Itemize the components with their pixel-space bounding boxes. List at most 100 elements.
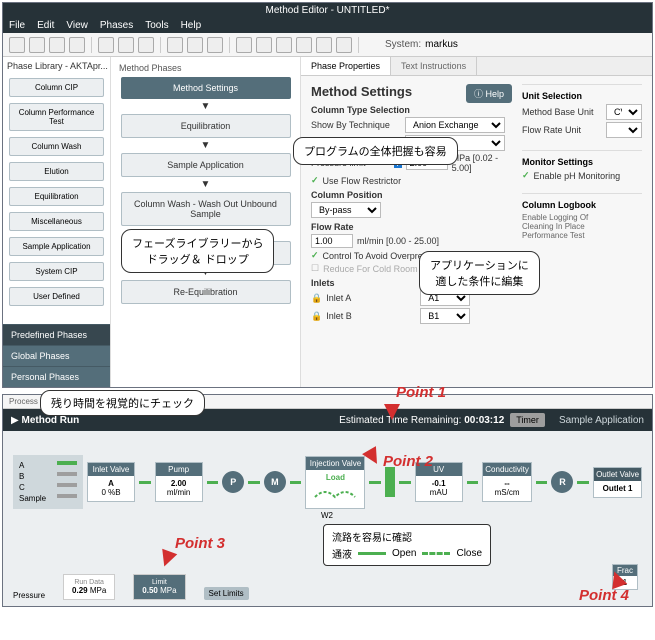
phase-column-wash[interactable]: Column Wash - Wash Out Unbound Sample [121, 192, 291, 226]
menu-view[interactable]: View [66, 20, 88, 31]
checkbox-icon: ☐ [311, 263, 319, 274]
arrow-down-icon: ▼ [201, 179, 211, 190]
phase-library-title: Phase Library - AKTApr... [3, 57, 110, 75]
toolbar-icon[interactable] [236, 37, 252, 53]
toolbar-icon[interactable] [98, 37, 114, 53]
menu-help[interactable]: Help [181, 20, 202, 31]
injection-valve-module[interactable]: Injection ValveLoad [305, 456, 365, 509]
phase-re-equilibration[interactable]: Re-Equilibration [121, 280, 291, 304]
checkbox-icon[interactable]: ✓ [522, 170, 530, 181]
toolbar-icon[interactable] [316, 37, 332, 53]
predefined-phases-tab[interactable]: Predefined Phases [3, 324, 110, 345]
toolbar-icon[interactable] [276, 37, 292, 53]
inlet-channels: A B C Sample [13, 455, 83, 509]
global-phases-tab[interactable]: Global Phases [3, 345, 110, 366]
phase-lib-item[interactable]: Column Performance Test [9, 103, 104, 131]
menu-edit[interactable]: Edit [37, 20, 54, 31]
outlet-valve-module[interactable]: Outlet ValveOutlet 1 [593, 467, 642, 498]
column-position-select[interactable]: By-pass [311, 202, 381, 218]
toolbar-icon[interactable] [336, 37, 352, 53]
point-2-label: Point 2 [383, 453, 433, 470]
tab-phase-properties[interactable]: Phase Properties [301, 57, 391, 75]
checkbox-icon[interactable]: ✓ [311, 250, 319, 261]
current-phase: Sample Application [559, 415, 644, 426]
flow-rate-unit: ml/min [0.00 - 25.00] [357, 236, 439, 246]
toolbar-icon[interactable] [9, 37, 25, 53]
w2-label: W2 [321, 511, 333, 520]
toolbar-icon[interactable] [207, 37, 223, 53]
toolbar-icon[interactable] [69, 37, 85, 53]
unit-selection-title: Unit Selection [522, 91, 642, 101]
pressure-label: Pressure [13, 591, 45, 600]
m-node[interactable]: M [264, 471, 286, 493]
limit-box: Limit0.50 MPa [133, 574, 185, 600]
lock-icon: 🔒 [311, 293, 322, 304]
phase-lib-item[interactable]: Sample Application [9, 237, 104, 256]
inlet-b-label: Inlet B [326, 311, 416, 321]
menu-tools[interactable]: Tools [145, 20, 168, 31]
inlet-valve-module[interactable]: Inlet ValveA0 %B [87, 462, 135, 502]
phase-lib-item[interactable]: System CIP [9, 262, 104, 281]
phase-lib-item[interactable]: Column CIP [9, 78, 104, 97]
flow-rate-input[interactable] [311, 234, 353, 248]
callout-overview: プログラムの全体把握も容易 [293, 137, 458, 165]
method-phases-title: Method Phases [115, 61, 186, 75]
toolbar-icon[interactable] [187, 37, 203, 53]
tab-text-instructions[interactable]: Text Instructions [391, 57, 477, 75]
menu-phases[interactable]: Phases [100, 20, 133, 31]
phase-lib-item[interactable]: Column Wash [9, 137, 104, 156]
method-editor-window: Method Editor - UNTITLED* File Edit View… [2, 2, 653, 388]
phase-method-settings[interactable]: Method Settings [121, 77, 291, 99]
phase-lib-item[interactable]: Elution [9, 162, 104, 181]
logbook-title: Column Logbook [522, 200, 642, 210]
point-4-label: Point 4 [579, 587, 629, 604]
phase-library-panel: Phase Library - AKTApr... Column CIP Col… [3, 57, 111, 387]
personal-phases-tab[interactable]: Personal Phases [3, 366, 110, 387]
show-by-select[interactable]: Anion Exchange [405, 117, 505, 133]
toolbar-icon[interactable] [256, 37, 272, 53]
reduce-cold: Reduce For Cold Room [323, 264, 418, 274]
monitor-settings-title: Monitor Settings [522, 157, 642, 167]
red-arrow-icon [384, 404, 400, 420]
toolbar-icon[interactable] [167, 37, 183, 53]
r-node[interactable]: R [551, 471, 573, 493]
toolbar-icon[interactable] [29, 37, 45, 53]
run-data-box: Run Data0.29 MPa [63, 574, 115, 600]
inlet-a-label: Inlet A [326, 293, 416, 303]
menu-file[interactable]: File [9, 20, 25, 31]
use-flow-restrictor: Use Flow Restrictor [323, 176, 402, 186]
toolbar-icon[interactable] [138, 37, 154, 53]
play-icon: ▶ [11, 415, 19, 426]
section-column-position: Column Position [311, 190, 512, 200]
phase-equilibration[interactable]: Equilibration [121, 114, 291, 138]
flow-legend: 流路を容易に確認 通液OpenClose [323, 524, 491, 566]
menu-bar: File Edit View Phases Tools Help [3, 18, 652, 33]
show-by-label: Show By Technique [311, 120, 401, 130]
column-icon [385, 467, 395, 497]
callout-edit: アプリケーションに適した条件に編集 [419, 251, 540, 295]
toolbar-icon[interactable] [296, 37, 312, 53]
phase-sample-application[interactable]: Sample Application [121, 153, 291, 177]
section-column-type: Column Type Selection [311, 105, 512, 115]
set-limits-button[interactable]: Set Limits [204, 587, 249, 600]
phase-lib-item[interactable]: Equilibration [9, 187, 104, 206]
section-flow-rate: Flow Rate [311, 222, 512, 232]
toolbar-icon[interactable] [118, 37, 134, 53]
pump-module[interactable]: Pump2.00ml/min [155, 462, 203, 502]
help-button[interactable]: ⓘ Help [466, 84, 512, 103]
toolbar-icon[interactable] [49, 37, 65, 53]
method-run-title: Method Run [21, 415, 79, 426]
timer-button[interactable]: Timer [510, 413, 545, 427]
etr-label: Estimated Time Remaining: [339, 415, 461, 426]
method-base-select[interactable]: CV [606, 104, 642, 120]
checkbox-icon[interactable]: ✓ [311, 175, 319, 186]
lock-icon: 🔒 [311, 311, 322, 322]
flow-unit-select[interactable] [606, 122, 642, 138]
phase-lib-item[interactable]: User Defined [9, 287, 104, 306]
system-label: System: [385, 39, 421, 50]
arrow-down-icon: ▼ [201, 140, 211, 151]
phase-lib-item[interactable]: Miscellaneous [9, 212, 104, 231]
inlet-b-select[interactable]: B1 [420, 308, 470, 324]
p-node[interactable]: P [222, 471, 244, 493]
conductivity-module[interactable]: Conductivity--mS/cm [482, 462, 532, 502]
